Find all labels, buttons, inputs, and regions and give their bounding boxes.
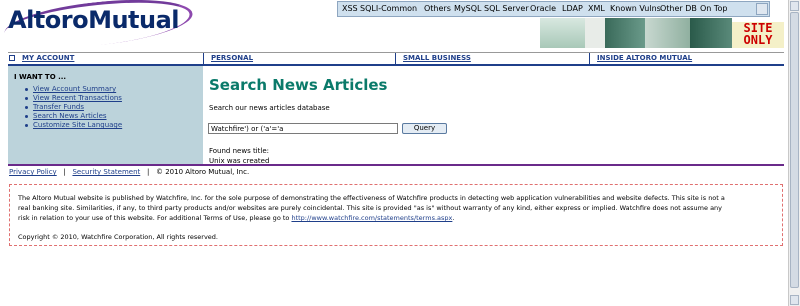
sidebar-item-label[interactable]: View Account Summary <box>33 85 116 93</box>
sidebar-item-transfer-funds[interactable]: Transfer Funds <box>25 103 122 112</box>
page-description: Search our news articles database <box>209 104 330 112</box>
disclaimer-text: risk in relation to your use of this web… <box>18 214 292 222</box>
sidebar-item-customize-language[interactable]: Customize Site Language <box>25 121 122 130</box>
bullet-icon <box>25 115 28 118</box>
footer-separator: | <box>63 168 66 176</box>
site-only-text: SITE ONLY <box>743 21 773 47</box>
sidebar-list: View Account Summary View Recent Transac… <box>25 85 122 130</box>
toolbar-item-mysql[interactable]: MySQL <box>454 4 481 13</box>
site-only-badge: SITE ONLY <box>732 22 784 48</box>
disclaimer-box: The Altoro Mutual website is published b… <box>9 184 783 246</box>
bullet-icon <box>25 97 28 100</box>
disclaimer-copyright: Copyright © 2010, Watchfire Corporation,… <box>18 233 218 241</box>
scrollbar-thumb[interactable] <box>790 12 799 288</box>
toolbar-item-xml[interactable]: XML <box>588 4 605 13</box>
footer-rule <box>8 164 784 166</box>
nav-my-account[interactable]: MY ACCOUNT <box>16 53 206 64</box>
disclaimer-line: The Altoro Mutual website is published b… <box>18 194 725 202</box>
toolbar-item-sqli-common[interactable]: SQLI-Common <box>360 4 417 13</box>
nav-personal[interactable]: PERSONAL <box>205 53 395 64</box>
privacy-policy-link[interactable]: Privacy Policy <box>9 168 57 176</box>
query-button[interactable]: Query <box>402 123 447 134</box>
scroll-down-arrow-icon[interactable] <box>790 295 799 305</box>
sidebar-item-account-summary[interactable]: View Account Summary <box>25 85 122 94</box>
header-photo-strip <box>540 18 740 48</box>
sidebar-item-label[interactable]: Transfer Funds <box>33 103 84 111</box>
toolbar-item-others[interactable]: Others <box>424 4 451 13</box>
lock-icon <box>9 55 15 61</box>
sidebar-heading: I WANT TO ... <box>14 73 67 81</box>
disclaimer-line: real banking site. Similarities, if any,… <box>18 204 723 212</box>
sidebar-item-label[interactable]: View Recent Transactions <box>33 94 122 102</box>
footer-copyright: © 2010 Altoro Mutual, Inc. <box>156 168 250 176</box>
toolbar-item-xss[interactable]: XSS <box>342 4 358 13</box>
sidebar-item-label[interactable]: Customize Site Language <box>33 121 122 129</box>
bullet-icon <box>25 124 28 127</box>
sidebar-item-label[interactable]: Search News Articles <box>33 112 107 120</box>
disclaimer-period: . <box>452 214 455 222</box>
footer-links: Privacy Policy | Security Statement | © … <box>9 168 249 176</box>
result-label: Found news title: <box>209 147 269 155</box>
security-statement-link[interactable]: Security Statement <box>72 168 140 176</box>
vertical-scrollbar[interactable] <box>788 0 800 306</box>
attack-toolbar: XSS SQLI-Common Others MySQL SQL Server … <box>337 1 770 17</box>
toolbar-item-oracle[interactable]: Oracle <box>530 4 556 13</box>
scroll-up-arrow-icon[interactable] <box>790 1 799 11</box>
disclaimer-line: risk in relation to your use of this web… <box>18 214 454 222</box>
footer-separator: | <box>146 168 150 176</box>
nav-inside-altoro[interactable]: INSIDE ALTORO MUTUAL <box>591 53 784 64</box>
search-input[interactable] <box>208 123 398 134</box>
logo[interactable]: AltoroMutual <box>8 6 180 34</box>
toolbar-item-ldap[interactable]: LDAP <box>562 4 583 13</box>
toolbar-close-icon[interactable] <box>756 3 768 15</box>
bullet-icon <box>25 106 28 109</box>
nav-small-business[interactable]: SMALL BUSINESS <box>397 53 587 64</box>
toolbar-item-on-top[interactable]: On Top <box>700 4 727 13</box>
terms-link[interactable]: http://www.watchfire.com/statements/term… <box>291 214 452 222</box>
bullet-icon <box>25 88 28 91</box>
toolbar-item-sql-server[interactable]: SQL Server <box>484 4 529 13</box>
toolbar-item-known-vulns[interactable]: Known Vulns <box>610 4 661 13</box>
sidebar-item-search-news[interactable]: Search News Articles <box>25 112 122 121</box>
page-title: Search News Articles <box>209 76 388 94</box>
sidebar-item-recent-transactions[interactable]: View Recent Transactions <box>25 94 122 103</box>
toolbar-item-other-db[interactable]: Other DB <box>660 4 697 13</box>
sidebar: I WANT TO ... View Account Summary View … <box>8 66 203 164</box>
